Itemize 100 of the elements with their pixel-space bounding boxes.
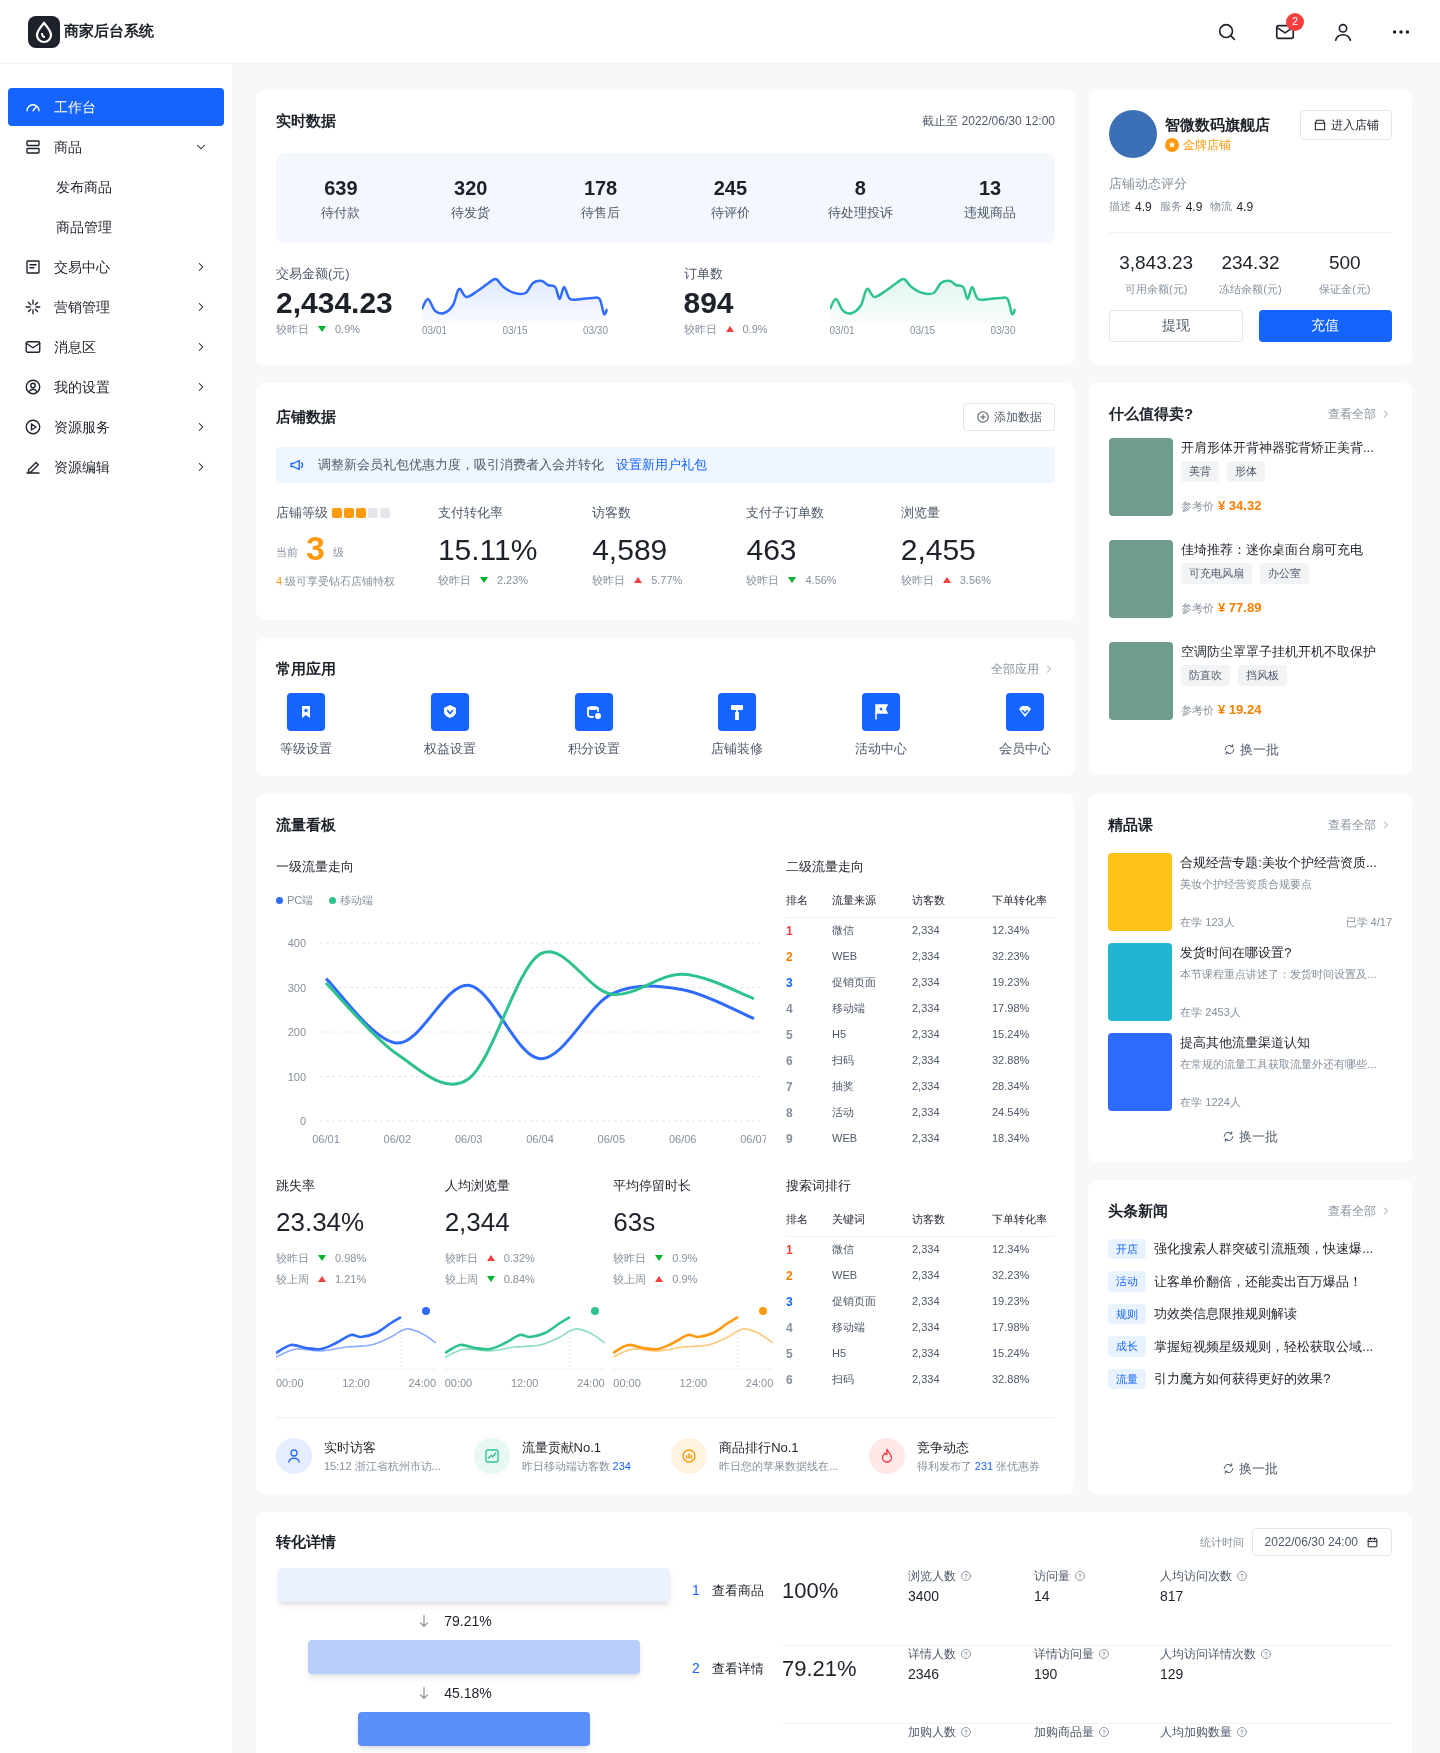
rank-number: 6 (786, 1053, 793, 1068)
enter-shop-button[interactable]: 进入店铺 (1300, 110, 1392, 140)
refresh-button[interactable]: 换一批 (1222, 1126, 1279, 1146)
axis-label: 00:00 (444, 1376, 473, 1391)
section-title: 一级流量走向 (276, 857, 355, 876)
table-cell-text: 24.54% (992, 1105, 1031, 1121)
table-cell-text: 2,334 (912, 1001, 941, 1017)
stat-label: 跳失率 (276, 1176, 316, 1195)
view-all-link[interactable]: 查看全部 (1328, 1202, 1392, 1221)
refresh-button[interactable]: 换一批 (1222, 739, 1279, 759)
table-cell-text: 2,334 (912, 975, 941, 991)
table-cell-text: 微信 (832, 923, 855, 939)
view-all-link[interactable]: 查看全部 (1328, 816, 1392, 835)
news-item[interactable]: 流量 引力魔方如何获得更好的效果? (1108, 1368, 1392, 1389)
table-cell-text: 18.34% (992, 1131, 1031, 1147)
axis-label: 03/30 (990, 323, 1016, 338)
table-cell-text: 32.23% (992, 949, 1031, 965)
axis-label: 24:00 (408, 1376, 436, 1391)
sidebar-item[interactable]: 资源编辑 (8, 448, 224, 486)
app-icon (718, 692, 757, 731)
sidebar-item[interactable]: 工作台 (8, 88, 224, 126)
level-square (332, 507, 342, 518)
app-shortcut[interactable]: 会员中心 (995, 692, 1055, 758)
date-field[interactable]: 2022/06/30 24:00 (1251, 1528, 1392, 1556)
news-item[interactable]: 活动 让客单价翻倍，还能卖出百万爆品！ (1108, 1271, 1392, 1292)
news-item[interactable]: 开店 强化搜索人群突破引流瓶颈，快速爆... (1108, 1238, 1392, 1259)
sidebar-item[interactable]: 营销管理 (8, 288, 224, 326)
drop-rate: 45.18% (444, 1683, 492, 1703)
sidebar-item[interactable]: 商品管理 (8, 208, 224, 246)
highlight-text: 15:12 浙江省杭州市访... (324, 1458, 441, 1474)
axis-label: 12:00 (342, 1376, 370, 1391)
card-title: 精品课 (1108, 815, 1154, 835)
highlight-title: 实时访客 (324, 1439, 377, 1457)
sidebar-item[interactable]: 消息区 (8, 328, 224, 366)
metric-label: 人均访问详情次数 (1160, 1648, 1256, 1660)
app-shortcut[interactable]: 等级设置 (276, 692, 336, 758)
compare-label: 较昨日 (683, 322, 717, 337)
app-shortcut[interactable]: 积分设置 (563, 692, 624, 758)
chart-dot (590, 1307, 599, 1315)
product-tag: 美背 (1181, 461, 1219, 482)
step-number: 1 (692, 1581, 700, 1600)
all-apps-link[interactable]: 全部应用 (991, 660, 1055, 679)
table-cell-text: 32.88% (992, 1372, 1031, 1388)
news-item[interactable]: 规则 功效类信息限推规则解读 (1108, 1303, 1392, 1324)
refresh-icon (1222, 1129, 1236, 1143)
rank-number: 4 (786, 1001, 793, 1016)
balance-label: 可用余额(元) (1125, 282, 1188, 297)
app-shortcut[interactable]: 店铺装修 (707, 692, 768, 758)
axis-label: 03/01 (422, 323, 448, 338)
add-data-button[interactable]: 添加数据 (963, 403, 1055, 431)
axis-label: 06/06 (668, 1132, 697, 1145)
metric-value: 463 (746, 531, 798, 568)
shop-name: 智微数码旗舰店 (1165, 114, 1270, 135)
product-tag: 形体 (1227, 461, 1265, 482)
axis-label: 400 (287, 936, 306, 949)
sidebar-item[interactable]: 发布商品 (8, 168, 224, 206)
news-item[interactable]: 成长 掌握短视频星级规则，轻松获取公域... (1108, 1336, 1392, 1357)
sidebar-item[interactable]: 我的设置 (8, 368, 224, 406)
app-shortcut[interactable]: 权益设置 (419, 692, 480, 758)
change-value: 0.9% (672, 1251, 698, 1266)
card-title: 实时数据 (276, 111, 336, 131)
level-square (344, 507, 354, 518)
table-cell-text: WEB (832, 1131, 859, 1147)
step-rate: 100% (782, 1577, 840, 1605)
column-header: 访客数 (912, 893, 946, 908)
calendar-icon (1366, 1535, 1379, 1549)
compare-label: 较昨日 (444, 1251, 478, 1266)
recharge-button[interactable]: 充值 (1258, 309, 1392, 342)
price-label: 参考价 (1181, 702, 1214, 718)
plus-circle-icon (976, 410, 990, 424)
refresh-button[interactable]: 换一批 (1222, 1458, 1279, 1478)
course-title: 发货时间在哪设置? (1180, 943, 1293, 962)
metric-label: 加购人数 (908, 1726, 956, 1738)
notice-link[interactable]: 设置新用户礼包 (616, 455, 707, 475)
product-tag: 办公室 (1260, 563, 1309, 584)
product-title: 空调防尘罩罩子挂机开机不取保护 (1181, 642, 1376, 661)
table-cell-text: H5 (832, 1027, 848, 1043)
rank-number: 9 (786, 1131, 793, 1146)
update-time: 截止至 2022/06/30 12:00 (922, 113, 1055, 131)
table-cell-text: 15.24% (992, 1027, 1031, 1043)
counter-value: 639 (324, 175, 358, 201)
level-label: 店铺等级 (276, 504, 328, 522)
axis-label: 06/05 (597, 1132, 626, 1145)
metric-value: 4,589 (592, 531, 669, 568)
rank-number: 6 (786, 1372, 793, 1387)
sidebar-item[interactable]: 交易中心 (8, 248, 224, 286)
app-icon (287, 692, 325, 731)
view-all-link[interactable]: 查看全部 (1328, 405, 1392, 424)
withdraw-button[interactable]: 提现 (1109, 309, 1243, 342)
product-tag: 挡风板 (1238, 665, 1287, 686)
rank-number: 5 (786, 1346, 793, 1361)
stat-value: 23.34% (276, 1206, 366, 1239)
table-cell-text: 2,334 (912, 1242, 941, 1258)
product-tag: 防直吹 (1181, 665, 1230, 686)
sidebar-item[interactable]: 资源服务 (8, 408, 224, 446)
sidebar-item[interactable]: 商品 (8, 128, 224, 166)
app-shortcut[interactable]: 活动中心 (851, 692, 912, 758)
app-icon (574, 692, 613, 731)
rank-number: 7 (786, 1079, 793, 1094)
product-tag: 可充电风扇 (1181, 563, 1252, 584)
